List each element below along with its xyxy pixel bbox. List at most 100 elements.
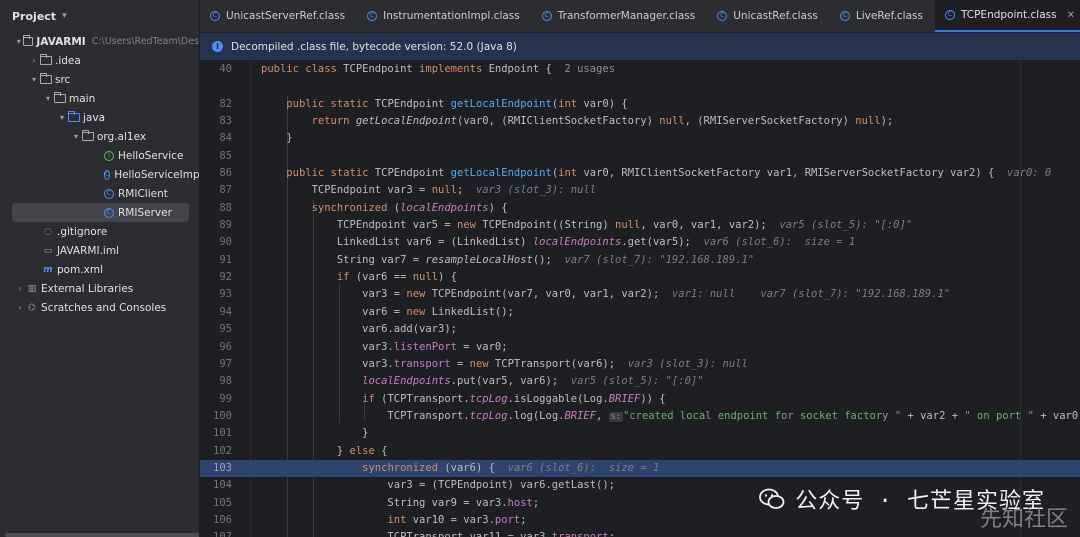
code-editor[interactable]: 40 public class TCPEndpoint implements En… xyxy=(200,61,1080,537)
maven-icon: m xyxy=(43,264,53,275)
expand-arrow-icon[interactable]: ▾ xyxy=(28,75,40,84)
tree-item-label: main xyxy=(69,92,96,105)
line-code: int var10 = var3.port; xyxy=(387,513,527,526)
tree-item-class-selected[interactable]: C RMIServer xyxy=(12,203,189,222)
line-code: synchronized (var6) { var6 (slot_6): siz… xyxy=(362,461,660,474)
debug-hint: var3 (slot_3): null xyxy=(627,357,748,370)
code-line: 84 } xyxy=(200,130,1080,147)
tree-item-java[interactable]: ▾ java xyxy=(0,108,199,127)
line-number: 83 xyxy=(219,115,232,128)
tree-item-package[interactable]: ▾ org.al1ex xyxy=(0,127,199,146)
line-number: 85 xyxy=(219,149,232,162)
code-line: 107 TCPTransport var11 = var3.transport; xyxy=(200,529,1080,537)
code-line: 92 if (var6 == null) { xyxy=(200,269,1080,286)
line-number: 82 xyxy=(219,97,232,110)
tab-unicastref[interactable]: C UnicastRef.class xyxy=(707,0,830,32)
tree-item-class[interactable]: C RMIClient xyxy=(0,184,199,203)
line-number: 84 xyxy=(219,132,232,145)
tree-item-idea[interactable]: › .idea xyxy=(0,51,199,70)
horizontal-scrollbar[interactable] xyxy=(5,533,199,537)
debug-hint: var0: 0 xyxy=(1007,167,1052,180)
line-number: 105 xyxy=(213,496,232,509)
line-code: var6 = new LinkedList(); xyxy=(261,305,514,318)
tree-item-gitignore[interactable]: ◌ .gitignore xyxy=(0,222,199,241)
project-panel-header[interactable]: Project ▾ xyxy=(0,0,199,32)
line-code: TCPTransport var11 = var3.transport; xyxy=(261,529,615,537)
gitignore-icon: ◌ xyxy=(44,226,52,237)
tree-item-label: HelloServiceImpl xyxy=(114,168,200,181)
line-code: public static TCPEndpoint getLocalEndpoi… xyxy=(286,97,628,110)
code-line: 90 LinkedList var6 = (LinkedList) localE… xyxy=(200,234,1080,251)
tree-item-class[interactable]: C HelloServiceImpl xyxy=(0,165,199,184)
tab-liveref[interactable]: C LiveRef.class xyxy=(830,0,935,32)
expand-arrow-icon[interactable]: ▾ xyxy=(42,94,54,103)
tab-transformermanager[interactable]: C TransformerManager.class xyxy=(532,0,707,32)
tab-tcpendpoint[interactable]: C TCPEndpoint.class ✕ xyxy=(934,0,1080,32)
tab-instrumentationimpl[interactable]: C InstrumentationImpl.class xyxy=(357,0,532,32)
line-number: 107 xyxy=(200,529,232,537)
line-code: TCPEndpoint var3 = null; var3 (slot_3): … xyxy=(261,184,597,197)
line-code: LinkedList var6 = (LinkedList) localEndp… xyxy=(261,236,856,249)
line-code: return getLocalEndpoint(var0, (RMIClient… xyxy=(311,115,894,128)
libraries-icon: ▥ xyxy=(27,283,37,294)
collapse-arrow-icon[interactable]: › xyxy=(28,56,40,65)
line-code: localEndpoints.put(var5, var6); var5 (sl… xyxy=(362,375,704,388)
code-line: 97 var3.transport = new TCPTransport(var… xyxy=(200,356,1080,373)
folder-icon xyxy=(54,92,66,103)
interface-icon: I xyxy=(104,150,114,161)
tree-item-label: RMIClient xyxy=(118,187,168,200)
line-number: 86 xyxy=(219,167,232,180)
tree-item-pom[interactable]: m pom.xml xyxy=(0,260,199,279)
tree-item-src[interactable]: ▾ src xyxy=(0,70,199,89)
collapse-arrow-icon[interactable]: › xyxy=(14,284,26,293)
line-number: 93 xyxy=(219,288,232,301)
string-literal: " on port " xyxy=(964,409,1034,422)
code-line: 95 var6.add(var3); xyxy=(200,321,1080,338)
tree-item-scratches[interactable]: › ⌬ Scratches and Consoles xyxy=(0,298,199,317)
tree-item-class[interactable]: I HelloService xyxy=(0,146,199,165)
line-code: var3.listenPort = var0; xyxy=(261,340,508,353)
banner-text: Decompiled .class file, bytecode version… xyxy=(231,40,517,53)
tree-item-label: pom.xml xyxy=(57,263,104,276)
tree-item-iml[interactable]: ▭ JAVARMI.iml xyxy=(0,241,199,260)
collapse-arrow-icon[interactable]: › xyxy=(14,303,26,312)
chevron-down-icon[interactable]: ▾ xyxy=(62,11,67,21)
expand-arrow-icon[interactable]: ▾ xyxy=(56,113,68,122)
line-code: synchronized (localEndpoints) { xyxy=(311,201,508,214)
tree-item-label: .gitignore xyxy=(57,225,108,238)
tree-item-external-libraries[interactable]: › ▥ External Libraries xyxy=(0,279,199,298)
class-icon: C xyxy=(367,11,378,21)
code-line: 101 } xyxy=(200,425,1080,442)
line-code: TCPTransport.tcpLog.log(Log.BRIEF, s: "cr… xyxy=(261,409,1079,422)
tree-item-main[interactable]: ▾ main xyxy=(0,89,199,108)
class-icon: C xyxy=(839,11,850,21)
tab-label: UnicastServerRef.class xyxy=(226,10,346,22)
line-number: 89 xyxy=(219,219,232,232)
expand-arrow-icon[interactable]: ▾ xyxy=(14,37,23,46)
tree-item-root[interactable]: ▾ JAVARMI C:\Users\RedTeam\Des xyxy=(0,32,199,51)
code-line: 100 TCPTransport.tcpLog.log(Log.BRIEF, s… xyxy=(200,408,1080,425)
expand-arrow-icon[interactable]: ▾ xyxy=(70,132,82,141)
debug-hint: var7 (slot_7): "192.168.189.1" xyxy=(760,288,951,301)
usages-hint[interactable]: 2 usages xyxy=(564,63,615,75)
tree-item-label: Scratches and Consoles xyxy=(41,301,167,314)
code-line: 86 public static TCPEndpoint getLocalEnd… xyxy=(200,165,1080,182)
code-line: 40 public class TCPEndpoint implements En… xyxy=(200,61,1080,78)
tab-label: UnicastRef.class xyxy=(733,10,818,22)
tab-unicastserverref[interactable]: C UnicastServerRef.class xyxy=(200,0,357,32)
line-number: 99 xyxy=(219,392,232,405)
close-icon[interactable]: ✕ xyxy=(1067,10,1075,21)
line-number: 106 xyxy=(213,513,232,526)
line-number: 103 xyxy=(213,461,232,474)
line-number: 92 xyxy=(219,271,232,284)
line-number: 97 xyxy=(219,357,232,370)
code-line: 85 xyxy=(200,148,1080,165)
tab-label: TransformerManager.class xyxy=(557,10,696,22)
tab-label: LiveRef.class xyxy=(855,10,923,22)
line-number: 90 xyxy=(219,236,232,249)
line-number: 98 xyxy=(219,375,232,388)
class-icon: C xyxy=(104,207,114,218)
tree-item-label: External Libraries xyxy=(41,282,134,295)
root-path: C:\Users\RedTeam\Des xyxy=(91,36,199,47)
